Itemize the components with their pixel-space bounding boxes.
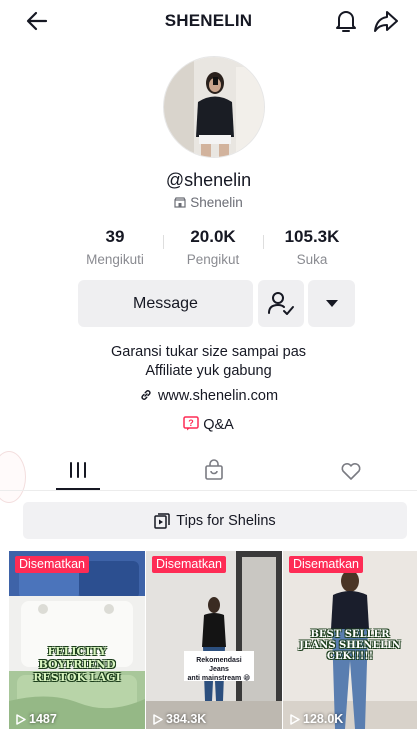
play-icon [15, 714, 26, 725]
bio-line: Affiliate yuk gabung [0, 362, 417, 381]
avatar[interactable] [163, 56, 265, 158]
top-bar: SHENELIN [0, 0, 417, 42]
playlist-icon [154, 513, 170, 529]
caret-down-icon [308, 280, 355, 327]
stat-followers[interactable]: 20.0K Pengikut [158, 227, 268, 267]
caption-line: JEANS SHENELIN [287, 640, 413, 651]
video-caption: Rekomendasi Jeans anti mainstream 😁 [186, 656, 252, 683]
qa-link[interactable]: ? Q&A [0, 416, 417, 433]
view-count-text: 1487 [29, 712, 57, 726]
video-caption: BEST SELLER JEANS SHENELIN CEK!!!!! [287, 629, 413, 662]
view-count: 384.3K [152, 712, 206, 726]
svg-text:?: ? [188, 418, 194, 428]
qa-icon: ? [183, 416, 199, 431]
active-tab-indicator [56, 488, 100, 490]
view-count: 128.0K [289, 712, 343, 726]
stat-label: Mengikuti [60, 252, 170, 267]
pinned-badge: Disematkan [15, 556, 89, 573]
heart-icon [329, 455, 373, 489]
stat-value: 105.3K [257, 227, 367, 247]
video-thumbnail[interactable]: BEST SELLER JEANS SHENELIN CEK!!!!! Dise… [283, 551, 417, 729]
bio: Garansi tukar size sampai pas Affiliate … [0, 343, 417, 381]
play-icon [289, 714, 300, 725]
view-count: 1487 [15, 712, 57, 726]
view-count-text: 128.0K [303, 712, 343, 726]
shop-bag-icon [192, 455, 236, 489]
play-icon [152, 714, 163, 725]
pinned-badge: Disematkan [289, 556, 363, 573]
stats-row: 39 Mengikuti 20.0K Pengikut 105.3K Suka [0, 227, 417, 271]
stat-following[interactable]: 39 Mengikuti [60, 227, 170, 267]
qa-label: Q&A [203, 417, 234, 433]
video-image [146, 551, 282, 729]
video-image [9, 551, 145, 729]
more-options-button[interactable] [308, 280, 355, 327]
tab-videos[interactable] [56, 455, 100, 489]
website-link[interactable]: www.shenelin.com [0, 388, 417, 404]
username: @shenelin [0, 170, 417, 191]
caption-line: RESTOK LAGI [13, 671, 141, 684]
following-button[interactable] [258, 280, 304, 327]
display-name: Shenelin [0, 195, 417, 210]
video-thumbnail[interactable]: FELICITY BOYFRIEND RESTOK LAGI Disematka… [9, 551, 145, 729]
link-icon [139, 388, 153, 402]
user-check-icon [258, 280, 304, 327]
grid-icon [56, 455, 100, 489]
video-thumbnail[interactable]: Rekomendasi Jeans anti mainstream 😁 Dise… [146, 551, 282, 729]
share-arrow-icon[interactable] [372, 7, 400, 35]
display-name-text: Shenelin [190, 195, 243, 210]
bell-icon[interactable] [332, 7, 360, 35]
store-icon [174, 197, 186, 208]
video-grid: FELICITY BOYFRIEND RESTOK LAGI Disematka… [9, 551, 417, 729]
profile-tabs [0, 455, 417, 491]
pinned-badge: Disematkan [152, 556, 226, 573]
tips-label: Tips for Shelins [176, 513, 275, 529]
message-button[interactable]: Message [78, 280, 253, 327]
stat-value: 20.0K [158, 227, 268, 247]
stat-likes[interactable]: 105.3K Suka [257, 227, 367, 267]
website-link-text: www.shenelin.com [158, 388, 278, 404]
stat-label: Pengikut [158, 252, 268, 267]
action-buttons: Message [0, 280, 417, 327]
view-count-text: 384.3K [166, 712, 206, 726]
caption-line: Rekomendasi Jeans [186, 656, 252, 674]
tab-shop[interactable] [192, 455, 236, 489]
caption-line: CEK!!!!! [287, 651, 413, 662]
caption-line: FELICITY BOYFRIEND [13, 645, 141, 671]
bio-line: Garansi tukar size sampai pas [0, 343, 417, 362]
tab-liked[interactable] [329, 455, 373, 489]
video-caption: FELICITY BOYFRIEND RESTOK LAGI [13, 645, 141, 684]
stat-label: Suka [257, 252, 367, 267]
caption-line: BEST SELLER [287, 629, 413, 640]
stat-value: 39 [60, 227, 170, 247]
tips-banner[interactable]: Tips for Shelins [23, 502, 407, 539]
caption-line: anti mainstream 😁 [186, 674, 252, 683]
